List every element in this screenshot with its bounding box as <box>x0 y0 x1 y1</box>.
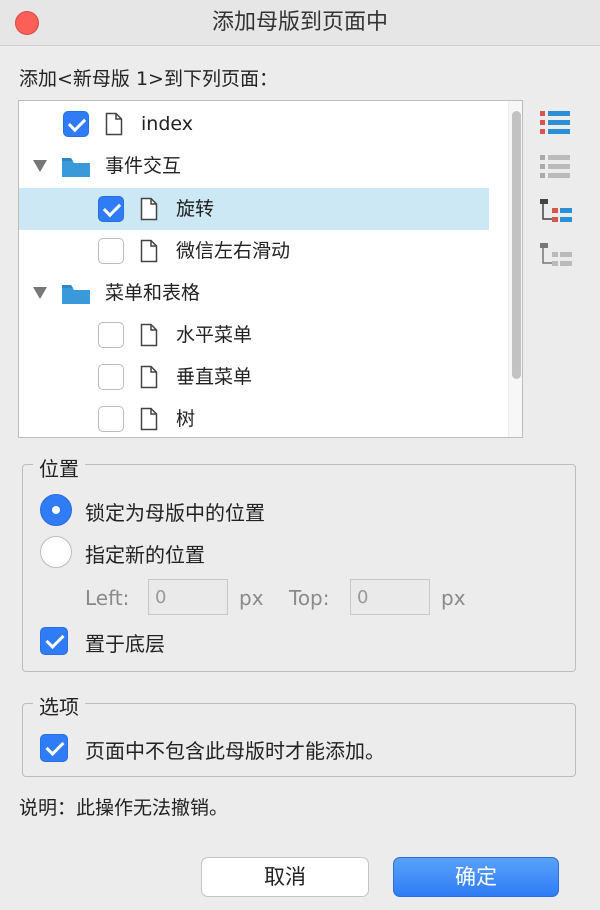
tree-label: 树 <box>176 408 196 430</box>
check-children-icon[interactable] <box>538 196 574 226</box>
check-all-icon[interactable] <box>538 108 574 138</box>
tree-scrollbar[interactable] <box>508 101 522 437</box>
position-group-title: 位置 <box>33 453 85 482</box>
custom-position-label[interactable]: 指定新的位置 <box>85 539 205 568</box>
uncheck-all-icon[interactable] <box>538 152 574 182</box>
expand-triangle-icon[interactable] <box>32 286 48 300</box>
left-input[interactable] <box>148 579 228 615</box>
tree-label: 菜单和表格 <box>105 282 201 304</box>
page-icon <box>140 239 158 263</box>
tree-row-tree[interactable]: 树 <box>19 398 489 437</box>
folder-icon <box>62 158 90 177</box>
tree-label: 事件交互 <box>105 155 182 177</box>
tree-row-folder-events[interactable]: 事件交互 <box>19 145 489 187</box>
tree-row-index[interactable]: index <box>19 103 489 145</box>
top-label: Top: <box>289 586 330 610</box>
page-tree[interactable]: index 事件交互 旋转 微信左右滑动 菜单和表格 水平菜单 垂直菜单 树 <box>18 100 523 438</box>
expand-triangle-icon[interactable] <box>32 159 48 173</box>
title-bar: 添加母版到页面中 <box>0 0 600 46</box>
radio-lock-position[interactable] <box>40 494 72 526</box>
page-icon <box>105 112 123 136</box>
tree-row-folder-menus[interactable]: 菜单和表格 <box>19 272 489 314</box>
tree-label: 旋转 <box>176 198 215 220</box>
tree-label: 垂直菜单 <box>176 366 253 388</box>
page-icon <box>140 407 158 431</box>
left-label: Left: <box>85 586 130 610</box>
checkbox-rotate[interactable] <box>98 196 124 222</box>
note-text: 说明：此操作无法撤销。 <box>19 797 229 819</box>
lock-position-label[interactable]: 锁定为母版中的位置 <box>85 497 265 526</box>
checkbox-horizontal-menu[interactable] <box>98 322 124 348</box>
tree-label: 微信左右滑动 <box>176 240 291 262</box>
tree-row-vertical-menu[interactable]: 垂直菜单 <box>19 356 489 398</box>
tree-row-rotate[interactable]: 旋转 <box>19 188 489 230</box>
bottom-layer-label[interactable]: 置于底层 <box>85 628 165 657</box>
top-input[interactable] <box>350 579 430 615</box>
scroll-thumb[interactable] <box>512 111 521 379</box>
checkbox-tree[interactable] <box>98 406 124 432</box>
bottom-layer-checkbox[interactable] <box>40 627 68 655</box>
window-title: 添加母版到页面中 <box>211 10 388 35</box>
tree-label: 水平菜单 <box>176 324 253 346</box>
page-icon <box>140 197 158 221</box>
left-unit: px <box>239 586 264 610</box>
radio-custom-position[interactable] <box>40 536 72 568</box>
cancel-button[interactable]: 取消 <box>201 857 369 897</box>
ok-button[interactable]: 确定 <box>393 857 559 897</box>
tree-row-horizontal-menu[interactable]: 水平菜单 <box>19 314 489 356</box>
only-if-missing-label[interactable]: 页面中不包含此母版时才能添加。 <box>85 735 385 764</box>
only-if-missing-checkbox[interactable] <box>40 734 68 762</box>
page-icon <box>140 365 158 389</box>
tree-row-wechat-swipe[interactable]: 微信左右滑动 <box>19 230 489 272</box>
options-group-title: 选项 <box>33 691 85 720</box>
uncheck-children-icon[interactable] <box>538 240 574 270</box>
page-icon <box>140 323 158 347</box>
instruction-label: 添加<新母版 1>到下列页面： <box>19 68 278 90</box>
top-unit: px <box>441 586 466 610</box>
checkbox-vertical-menu[interactable] <box>98 364 124 390</box>
folder-icon <box>62 285 90 304</box>
checkbox-index[interactable] <box>63 111 89 137</box>
tree-label: index <box>141 113 193 135</box>
checkbox-wechat-swipe[interactable] <box>98 238 124 264</box>
